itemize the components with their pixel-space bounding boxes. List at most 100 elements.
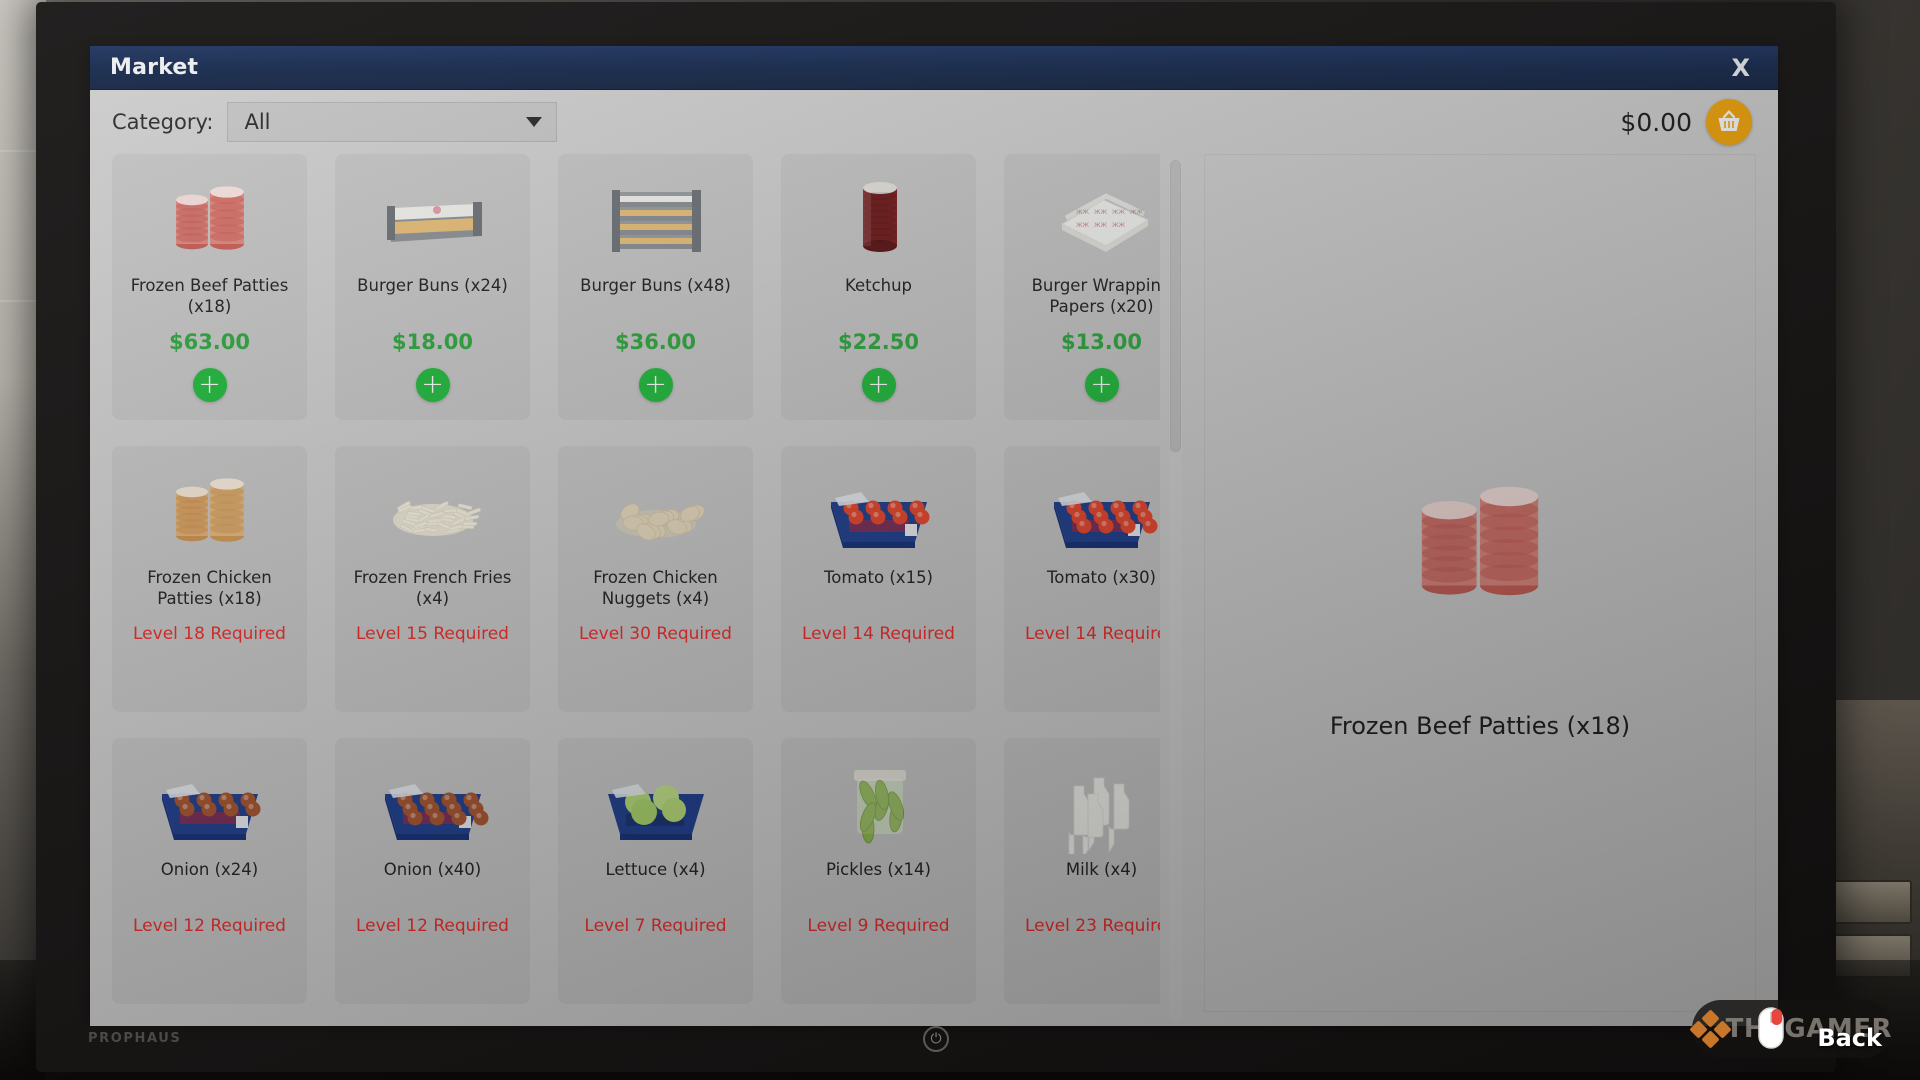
tomato-crate-small-icon	[809, 458, 949, 562]
chicken-nuggets-icon	[586, 458, 726, 562]
product-name: Tomato (x15)	[824, 568, 933, 587]
level-requirement-label: Level 23 Required	[1025, 916, 1160, 936]
svg-text:ЖЖ: ЖЖ	[1076, 209, 1089, 216]
product-card[interactable]: Ketchup $22.50 +	[781, 154, 976, 420]
product-detail-pane: Frozen Beef Patties (x18)	[1204, 154, 1756, 1012]
frozen-chicken-patties-icon	[140, 458, 280, 562]
basket-icon	[1718, 110, 1740, 131]
milk-bottles-icon	[1032, 750, 1161, 854]
svg-text:ЖЖ: ЖЖ	[1112, 222, 1125, 229]
level-requirement-label: Level 14 Required	[1025, 624, 1160, 644]
burger-buns-crate-tall-icon	[586, 166, 726, 270]
category-selected-value: All	[244, 110, 271, 134]
product-grid: Frozen Beef Patties (x18) $63.00 + Burger …	[112, 154, 1160, 1024]
product-card[interactable]: Tomato (x15) Level 14 Required	[781, 446, 976, 712]
tomato-crate-large-icon	[1032, 458, 1161, 562]
add-to-cart-button[interactable]: +	[1084, 368, 1119, 402]
product-price: $13.00	[1060, 330, 1143, 354]
frozen-beef-patties-icon	[140, 166, 280, 270]
level-requirement-label: Level 7 Required	[584, 916, 727, 936]
level-requirement-label: Level 18 Required	[133, 624, 286, 644]
product-card[interactable]: Tomato (x30) Level 14 Required	[1004, 446, 1160, 712]
french-fries-icon	[363, 458, 503, 562]
product-card[interactable]: Frozen Chicken Nuggets (x4) Level 30 Requ…	[558, 446, 753, 712]
product-name: Pickles (x14)	[825, 860, 931, 879]
product-card[interactable]: Burger Buns (x24) $18.00 +	[335, 154, 530, 420]
grid-scrollbar-thumb[interactable]	[1170, 160, 1181, 452]
product-card[interactable]: Milk (x4) Level 23 Required	[1004, 738, 1160, 1004]
product-grid-pane: Frozen Beef Patties (x18) $63.00 + Burger …	[112, 154, 1182, 1026]
level-requirement-label: Level 12 Required	[356, 916, 509, 936]
power-icon[interactable]: ⏻	[923, 1026, 949, 1052]
product-name: Onion (x40)	[383, 860, 482, 879]
level-requirement-label: Level 30 Required	[579, 624, 732, 644]
product-card[interactable]: Onion (x40) Level 12 Required	[335, 738, 530, 1004]
product-card[interactable]: ЖЖ ЖЖ ЖЖ ЖЖ ЖЖ ЖЖ ЖЖ Burger Wrapping Papers (x2…	[1004, 154, 1160, 420]
wrapping-papers-icon: ЖЖ ЖЖ ЖЖ ЖЖ ЖЖ ЖЖ ЖЖ	[1032, 166, 1161, 270]
detail-product-name: Frozen Beef Patties (x18)	[1329, 712, 1631, 740]
level-requirement-label: Level 15 Required	[356, 624, 509, 644]
detail-product-image	[1360, 426, 1600, 656]
page-title: Market	[110, 55, 199, 80]
product-price: $22.50	[837, 330, 920, 354]
monitor-brand-label: PROPHAUS	[88, 1031, 182, 1046]
product-card[interactable]: Onion (x24) Level 12 Required	[112, 738, 307, 1004]
product-name: Tomato (x30)	[1047, 568, 1156, 587]
category-filter-group: Category: All	[112, 102, 558, 142]
category-select[interactable]: All	[227, 102, 558, 142]
product-name: Frozen Chicken Patties (x18)	[147, 568, 272, 608]
add-to-cart-button[interactable]: +	[638, 368, 673, 402]
product-card[interactable]: Pickles (x14) Level 9 Required	[781, 738, 976, 1004]
product-price: $63.00	[168, 330, 251, 354]
category-label: Category:	[112, 110, 214, 134]
market-body: Frozen Beef Patties (x18) $63.00 + Burger …	[90, 154, 1778, 1026]
add-to-cart-button[interactable]: +	[861, 368, 896, 402]
add-to-cart-button[interactable]: +	[415, 368, 450, 402]
window-title-bar: Market X	[90, 46, 1778, 90]
onion-crate-small-icon	[140, 750, 280, 854]
svg-text:ЖЖ: ЖЖ	[1076, 222, 1089, 229]
svg-text:ЖЖ: ЖЖ	[1112, 209, 1125, 216]
level-requirement-label: Level 12 Required	[133, 916, 286, 936]
product-card[interactable]: Lettuce (x4) Level 7 Required	[558, 738, 753, 1004]
product-name: Ketchup	[844, 276, 913, 295]
level-requirement-label: Level 9 Required	[807, 916, 950, 936]
product-name: Frozen Beef Patties (x18)	[130, 276, 289, 316]
burger-buns-crate-small-icon	[363, 166, 503, 270]
lettuce-crate-icon	[586, 750, 726, 854]
product-name: Frozen French Fries (x4)	[353, 568, 512, 608]
ketchup-can-icon	[809, 166, 949, 270]
grid-scrollbar[interactable]	[1169, 158, 1182, 1022]
svg-text:ЖЖ: ЖЖ	[1094, 209, 1107, 216]
product-name: Milk (x4)	[1065, 860, 1138, 879]
product-card[interactable]: Frozen Chicken Patties (x18) Level 18 Req…	[112, 446, 307, 712]
close-icon[interactable]: X	[1721, 54, 1760, 82]
svg-text:ЖЖ: ЖЖ	[1094, 222, 1107, 229]
product-name: Burger Buns (x48)	[580, 276, 731, 295]
product-price: $18.00	[391, 330, 474, 354]
pickle-jar-icon	[809, 750, 949, 854]
cart-total: $0.00	[1620, 107, 1692, 137]
cart-group: $0.00	[1620, 99, 1752, 145]
add-to-cart-button[interactable]: +	[192, 368, 227, 402]
market-toolbar: Category: All $0.00	[90, 90, 1778, 154]
level-requirement-label: Level 14 Required	[802, 624, 955, 644]
product-grid-scroll: Frozen Beef Patties (x18) $63.00 + Burger …	[112, 154, 1160, 1026]
product-name: Frozen Chicken Nuggets (x4)	[593, 568, 718, 608]
product-price: $36.00	[614, 330, 697, 354]
product-card[interactable]: Burger Buns (x48) $36.00 +	[558, 154, 753, 420]
product-name: Burger Buns (x24)	[357, 276, 508, 295]
chevron-down-icon	[526, 117, 543, 127]
market-window: Market X Category: All $0.00 Frozen Beef…	[90, 46, 1778, 1026]
product-card[interactable]: Frozen French Fries (x4) Level 15 Require…	[335, 446, 530, 712]
in-game-monitor: Market X Category: All $0.00 Frozen Beef…	[36, 2, 1836, 1072]
product-name: Burger Wrapping Papers (x20)	[1031, 276, 1160, 316]
product-name: Lettuce (x4)	[605, 860, 706, 879]
svg-text:ЖЖ: ЖЖ	[1130, 209, 1143, 216]
product-name: Onion (x24)	[160, 860, 259, 879]
cart-button[interactable]	[1706, 99, 1752, 145]
product-card[interactable]: Frozen Beef Patties (x18) $63.00 +	[112, 154, 307, 420]
onion-crate-large-icon	[363, 750, 503, 854]
mouse-cursor-icon	[1758, 1007, 1784, 1049]
back-button[interactable]: Back	[1817, 1024, 1882, 1052]
